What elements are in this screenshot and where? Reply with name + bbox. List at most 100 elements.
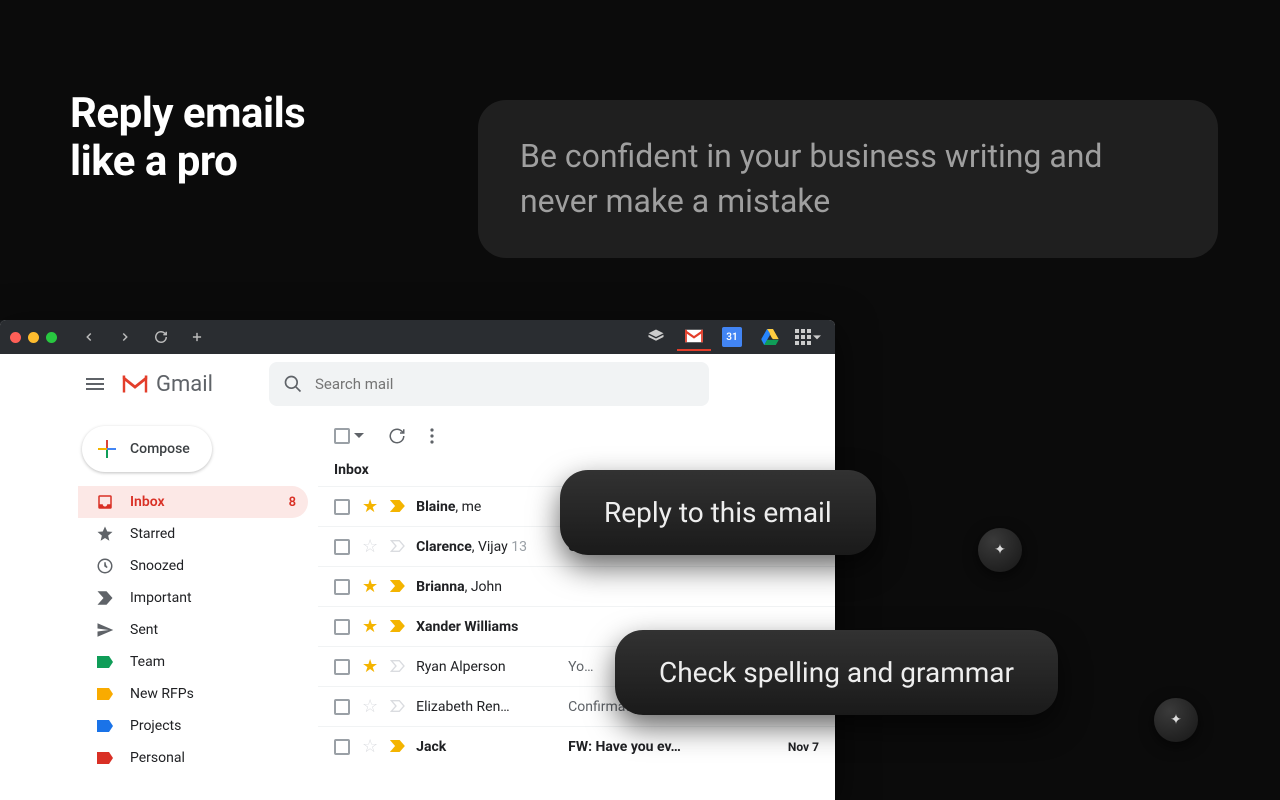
suggestion-reply-text: Reply to this email bbox=[604, 496, 832, 529]
close-window-button[interactable] bbox=[10, 332, 21, 343]
suggestion-reply-bubble[interactable]: Reply to this email bbox=[560, 470, 876, 555]
sidebar-item-important[interactable]: Important bbox=[78, 582, 308, 614]
row-sender: Xander Williams bbox=[416, 619, 556, 635]
maximize-window-button[interactable] bbox=[46, 332, 57, 343]
suggestion-grammar-text: Check spelling and grammar bbox=[659, 656, 1014, 689]
nav-reload-button[interactable] bbox=[147, 323, 175, 351]
star-icon[interactable]: ★ bbox=[362, 616, 378, 637]
ai-orb-2[interactable]: ✦ bbox=[1154, 698, 1198, 742]
nav-forward-button[interactable] bbox=[111, 323, 139, 351]
mail-row[interactable]: ☆ Jack FW: Have you ev… Nov 7 bbox=[318, 726, 835, 766]
row-checkbox[interactable] bbox=[334, 499, 350, 515]
headline-line2: like a pro bbox=[70, 138, 305, 186]
sidebar-item-label: Starred bbox=[130, 526, 175, 542]
important-icon[interactable] bbox=[390, 660, 404, 674]
star-icon[interactable]: ☆ bbox=[362, 536, 378, 557]
row-checkbox[interactable] bbox=[334, 579, 350, 595]
chevron-down-icon[interactable] bbox=[354, 431, 364, 441]
gmail-sidebar: Compose Inbox8 Starred Snoozed Important Sen… bbox=[70, 414, 318, 800]
label-icon bbox=[96, 749, 114, 767]
new-tab-button[interactable] bbox=[183, 323, 211, 351]
row-checkbox[interactable] bbox=[334, 619, 350, 635]
minimize-window-button[interactable] bbox=[28, 332, 39, 343]
row-checkbox[interactable] bbox=[334, 659, 350, 675]
sidebar-item-label: Sent bbox=[130, 622, 158, 638]
important-icon[interactable] bbox=[390, 500, 404, 514]
compose-label: Compose bbox=[130, 441, 190, 457]
search-mail-field[interactable] bbox=[269, 362, 709, 406]
star-icon[interactable]: ★ bbox=[362, 656, 378, 677]
sidebar-item-snoozed[interactable]: Snoozed bbox=[78, 550, 308, 582]
layers-icon[interactable] bbox=[639, 323, 673, 351]
row-sender: Elizabeth Ren… bbox=[416, 699, 556, 715]
star-icon[interactable]: ★ bbox=[362, 576, 378, 597]
row-sender: Ryan Alperson bbox=[416, 659, 556, 675]
refresh-button[interactable] bbox=[388, 427, 406, 445]
ai-orb-1[interactable]: ✦ bbox=[978, 528, 1022, 572]
star-icon[interactable]: ★ bbox=[362, 496, 378, 517]
important-icon[interactable] bbox=[390, 620, 404, 634]
gmail-header: Gmail bbox=[70, 354, 835, 414]
row-checkbox[interactable] bbox=[334, 739, 350, 755]
star-icon[interactable]: ☆ bbox=[362, 696, 378, 717]
row-checkbox[interactable] bbox=[334, 539, 350, 555]
gmail-app-icon[interactable] bbox=[677, 323, 711, 351]
row-checkbox[interactable] bbox=[334, 699, 350, 715]
suggestion-grammar-bubble[interactable]: Check spelling and grammar bbox=[615, 630, 1058, 715]
search-mail-input[interactable] bbox=[315, 375, 695, 393]
headline-line1: Reply emails bbox=[70, 90, 305, 138]
calendar-app-icon[interactable]: 31 bbox=[715, 323, 749, 351]
important-icon bbox=[96, 589, 114, 607]
inbox-icon bbox=[96, 493, 114, 511]
row-sender: Brianna, John bbox=[416, 579, 556, 595]
row-sender: Clarence, Vijay 13 bbox=[416, 539, 556, 555]
sidebar-item-sent[interactable]: Sent bbox=[78, 614, 308, 646]
sidebar-item-team[interactable]: Team bbox=[78, 646, 308, 678]
send-icon bbox=[96, 621, 114, 639]
important-icon[interactable] bbox=[390, 740, 404, 754]
label-icon bbox=[96, 653, 114, 671]
sidebar-item-personal[interactable]: Personal bbox=[78, 742, 308, 774]
row-subject: FW: Have you ev… bbox=[568, 739, 753, 755]
subtitle-bubble: Be confident in your business writing an… bbox=[478, 100, 1218, 258]
sidebar-item-projects[interactable]: Projects bbox=[78, 710, 308, 742]
important-icon[interactable] bbox=[390, 540, 404, 554]
sparkle-icon: ✦ bbox=[1170, 712, 1182, 728]
select-all-checkbox[interactable] bbox=[334, 428, 350, 444]
traffic-lights bbox=[10, 332, 57, 343]
star-icon bbox=[96, 525, 114, 543]
row-date: Nov 7 bbox=[765, 740, 819, 754]
sidebar-item-label: Snoozed bbox=[130, 558, 184, 574]
sidebar-item-label: Important bbox=[130, 590, 192, 606]
sidebar-item-label: Inbox bbox=[130, 494, 165, 510]
sidebar-item-label: New RFPs bbox=[130, 686, 194, 702]
gmail-app: Gmail Compose Inbox8 Starred Snoozed Import… bbox=[70, 354, 835, 800]
window-titlebar: 31 bbox=[0, 320, 835, 354]
sidebar-item-label: Personal bbox=[130, 750, 185, 766]
hamburger-menu-icon[interactable] bbox=[86, 378, 104, 390]
mail-row[interactable]: ★ Brianna, John bbox=[318, 566, 835, 606]
sidebar-item-newrfps[interactable]: New RFPs bbox=[78, 678, 308, 710]
gmail-brand-text: Gmail bbox=[156, 372, 213, 397]
sidebar-item-label: Projects bbox=[130, 718, 181, 734]
important-icon[interactable] bbox=[390, 700, 404, 714]
star-icon[interactable]: ☆ bbox=[362, 736, 378, 757]
sidebar-item-inbox[interactable]: Inbox8 bbox=[78, 486, 308, 518]
gmail-list-toolbar bbox=[318, 414, 835, 458]
headline: Reply emails like a pro bbox=[70, 90, 305, 187]
drive-app-icon[interactable] bbox=[753, 323, 787, 351]
row-sender: Blaine, me bbox=[416, 499, 556, 515]
sparkle-icon: ✦ bbox=[994, 542, 1006, 558]
subtitle-text: Be confident in your business writing an… bbox=[520, 137, 1102, 220]
important-icon[interactable] bbox=[390, 580, 404, 594]
nav-back-button[interactable] bbox=[75, 323, 103, 351]
label-icon bbox=[96, 717, 114, 735]
more-button[interactable] bbox=[430, 428, 434, 444]
apps-menu-icon[interactable] bbox=[791, 323, 825, 351]
sidebar-item-starred[interactable]: Starred bbox=[78, 518, 308, 550]
gmail-logo[interactable]: Gmail bbox=[120, 372, 213, 397]
sidebar-item-label: Team bbox=[130, 654, 165, 670]
row-sender: Jack bbox=[416, 739, 556, 755]
compose-button[interactable]: Compose bbox=[82, 426, 212, 472]
label-icon bbox=[96, 685, 114, 703]
